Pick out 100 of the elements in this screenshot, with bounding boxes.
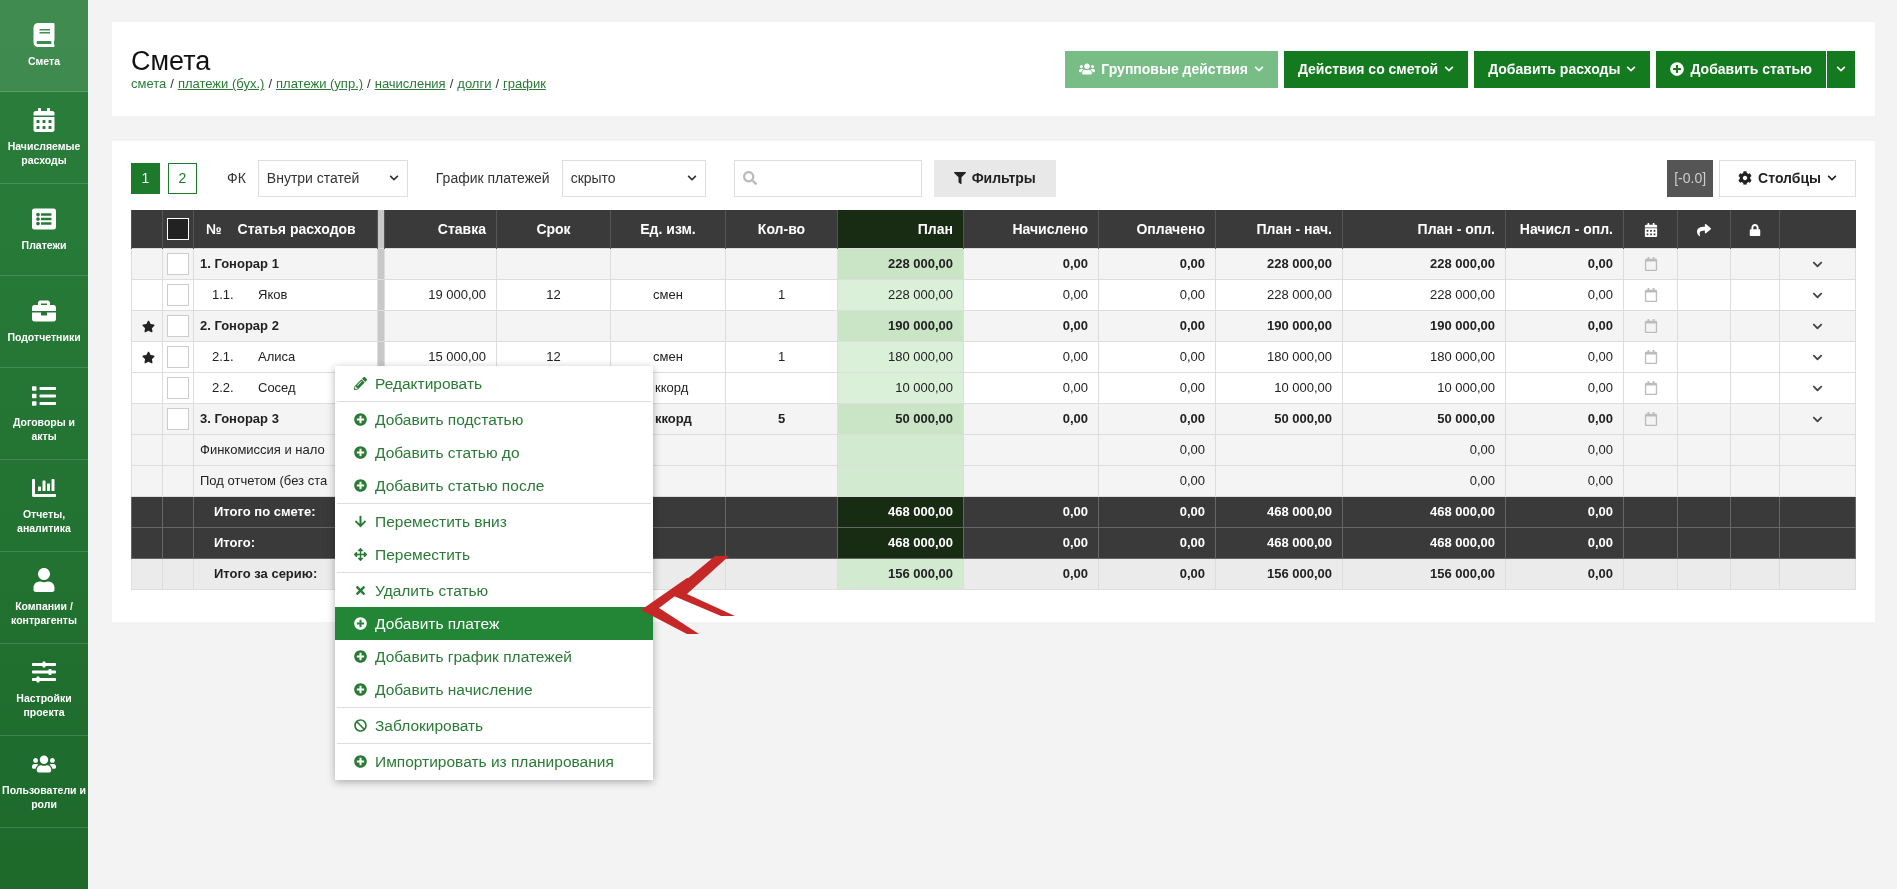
plan-minus-paid-cell: 180 000,00: [1429, 349, 1495, 364]
menu-item[interactable]: Импортировать из планирования: [335, 745, 653, 778]
calendar-icon[interactable]: [1643, 350, 1658, 365]
plan-minus-paid-cell: 468 000,00: [1429, 535, 1495, 550]
plan-minus-accrued-cell: 10 000,00: [1274, 380, 1332, 395]
article-name: Под отчетом (без ста: [200, 473, 328, 488]
plan-minus-paid-cell: 0,00: [1469, 473, 1495, 488]
menu-item[interactable]: Переместить вниз: [335, 505, 653, 538]
sidebar-item[interactable]: Договоры и акты: [0, 368, 88, 460]
caret-icon: [388, 173, 399, 183]
paid-cell: 0,00: [1179, 318, 1205, 333]
row-checkbox[interactable]: [167, 376, 189, 399]
menu-item[interactable]: Заблокировать: [335, 709, 653, 742]
fk-label: ФК: [227, 170, 246, 186]
accrued-minus-paid-cell: 0,00: [1587, 256, 1613, 271]
calendar-icon[interactable]: [1643, 412, 1658, 427]
breadcrumb-link[interactable]: платежи (бух.): [177, 76, 265, 92]
column-header: План - опл.: [1417, 220, 1495, 237]
sidebar-item[interactable]: Платежи: [0, 184, 88, 276]
menu-item[interactable]: Удалить статью: [335, 574, 653, 607]
plan-minus-paid-cell: 50 000,00: [1437, 411, 1495, 426]
menu-item[interactable]: Редактировать: [335, 367, 653, 400]
plan-minus-accrued-cell: 190 000,00: [1266, 318, 1332, 333]
menu-item[interactable]: Добавить подстатью: [335, 403, 653, 436]
menu-item[interactable]: Добавить статью до: [335, 436, 653, 469]
row-number: 1.1.: [212, 287, 235, 302]
sidebar-item[interactable]: Начисляемые расходы: [0, 92, 88, 184]
calendar-icon[interactable]: [1643, 319, 1658, 334]
column-header: План: [917, 220, 953, 237]
row-checkbox[interactable]: [167, 283, 189, 306]
caret-icon: [1626, 64, 1637, 74]
page-button[interactable]: 1: [131, 162, 160, 194]
column-header: План - нач.: [1256, 220, 1332, 237]
add-article-button[interactable]: Добавить статью: [1656, 50, 1826, 88]
term-cell: 12: [546, 287, 561, 302]
filters-button[interactable]: Фильтры: [933, 159, 1056, 197]
row-number: 2.1.: [212, 349, 235, 364]
quantity-cell: 1: [777, 287, 786, 302]
sidebar-item[interactable]: Пользователи и роли: [0, 736, 88, 828]
people-icon: [1079, 61, 1096, 77]
breadcrumb-link[interactable]: платежи (упр.): [276, 76, 364, 92]
dropdown-button[interactable]: Добавить расходы: [1474, 50, 1651, 88]
cross-icon: [354, 584, 367, 597]
rate-cell: 19 000,00: [428, 287, 486, 302]
accrued-cell: 0,00: [1062, 287, 1088, 302]
row-checkbox[interactable]: [167, 252, 189, 275]
article-name: Финкомиссия и нало: [200, 442, 325, 457]
search-icon: [742, 171, 757, 185]
arrow-down-icon: [354, 515, 367, 528]
calendar-icon[interactable]: [1643, 257, 1658, 272]
calendar-icon[interactable]: [1643, 381, 1658, 396]
search-field[interactable]: [733, 159, 922, 197]
menu-item[interactable]: Добавить график платежей: [335, 640, 653, 673]
article-name: Алиса: [258, 349, 296, 364]
menu-item[interactable]: Добавить статью после: [335, 469, 653, 502]
total-label: Итого за серию:: [214, 566, 318, 581]
plan-minus-paid-cell: 190 000,00: [1429, 318, 1495, 333]
calendar-icon[interactable]: [1643, 288, 1658, 303]
plan-cell: 156 000,00: [887, 566, 953, 581]
sidebar-item[interactable]: Настройки проекта: [0, 644, 88, 736]
breadcrumb-link[interactable]: начисления: [374, 76, 446, 92]
sidebar-item[interactable]: Компании / контрагенты: [0, 552, 88, 644]
sidebar-item[interactable]: Подотчетники: [0, 276, 88, 368]
breadcrumb-link[interactable]: долги: [457, 76, 492, 92]
breadcrumb-separator: /: [495, 76, 500, 92]
sidebar-item[interactable]: Смета: [0, 0, 88, 92]
unit-cell: ккорд: [655, 380, 689, 395]
row-checkbox[interactable]: [167, 407, 189, 430]
plan-minus-accrued-cell: 156 000,00: [1266, 566, 1332, 581]
paid-cell: 0,00: [1179, 287, 1205, 302]
paid-cell: 0,00: [1179, 504, 1205, 519]
plan-cell: 190 000,00: [887, 318, 953, 333]
breadcrumb-link[interactable]: график: [503, 76, 546, 92]
plan-cell: 10 000,00: [895, 380, 953, 395]
filter-icon: [953, 172, 966, 184]
caret-button[interactable]: [1827, 50, 1855, 88]
unit-cell: смен: [653, 287, 683, 302]
sidebar-item[interactable]: Отчеты, аналитика: [0, 460, 88, 552]
accrued-minus-paid-cell: 0,00: [1587, 535, 1613, 550]
columns-button[interactable]: Столбцы: [1719, 159, 1856, 197]
row-checkbox[interactable]: [167, 314, 189, 337]
plan-cell: 228 000,00: [887, 287, 953, 302]
dropdown-button[interactable]: Действия со сметой: [1283, 50, 1469, 88]
schedule-select[interactable]: скрыто: [561, 159, 706, 197]
page-button[interactable]: 2: [168, 162, 197, 194]
row-checkbox[interactable]: [167, 345, 189, 368]
plan-minus-paid-cell: 156 000,00: [1429, 566, 1495, 581]
list-icon: [32, 383, 56, 408]
article-name: 3. Гонорар 3: [200, 411, 279, 426]
row-number: 2.2.: [212, 380, 235, 395]
menu-item[interactable]: Переместить: [335, 538, 653, 571]
menu-item[interactable]: Добавить начисление: [335, 673, 653, 706]
plan-minus-paid-cell: 0,00: [1469, 442, 1495, 457]
fk-select[interactable]: Внутри статей: [257, 159, 408, 197]
select-all-checkbox[interactable]: [167, 217, 189, 240]
breadcrumb-separator: /: [170, 76, 174, 92]
article-name: Яков: [258, 287, 288, 302]
menu-item[interactable]: Добавить платеж: [335, 607, 653, 640]
caret-icon: [686, 173, 697, 183]
paid-cell: 0,00: [1179, 473, 1205, 488]
